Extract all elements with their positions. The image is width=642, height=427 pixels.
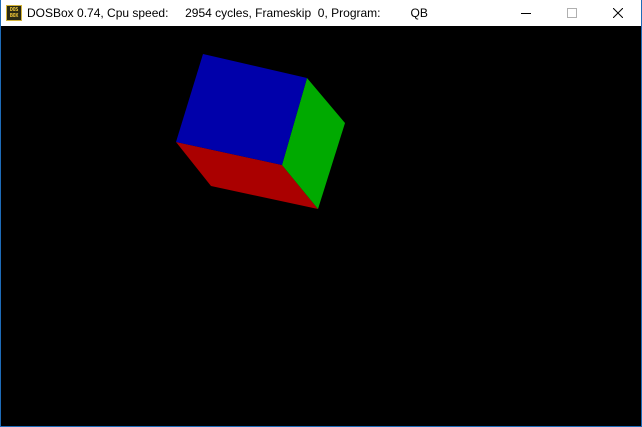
screen-background (1, 26, 641, 426)
title-bar[interactable]: DOS BOX DOSBox 0.74, Cpu speed: 2954 cyc… (1, 0, 641, 26)
maximize-button[interactable] (549, 0, 595, 26)
maximize-icon (567, 8, 577, 18)
dos-screen[interactable] (1, 26, 641, 426)
close-button[interactable] (595, 0, 641, 26)
window-title: DOSBox 0.74, Cpu speed: 2954 cycles, Fra… (27, 5, 428, 21)
dosbox-app-icon[interactable]: DOS BOX (6, 5, 22, 21)
title-program: QB (410, 6, 428, 20)
title-cycles: 2954 cycles, Frameskip 0, Program: (185, 6, 381, 20)
app-icon-text-bottom: BOX (9, 13, 19, 19)
title-app-speed: DOSBox 0.74, Cpu speed: (27, 6, 169, 20)
close-icon (613, 8, 623, 18)
minimize-icon (521, 13, 531, 14)
dosbox-window: DOS BOX DOSBox 0.74, Cpu speed: 2954 cyc… (0, 0, 642, 427)
render-canvas (1, 26, 641, 426)
minimize-button[interactable] (503, 0, 549, 26)
